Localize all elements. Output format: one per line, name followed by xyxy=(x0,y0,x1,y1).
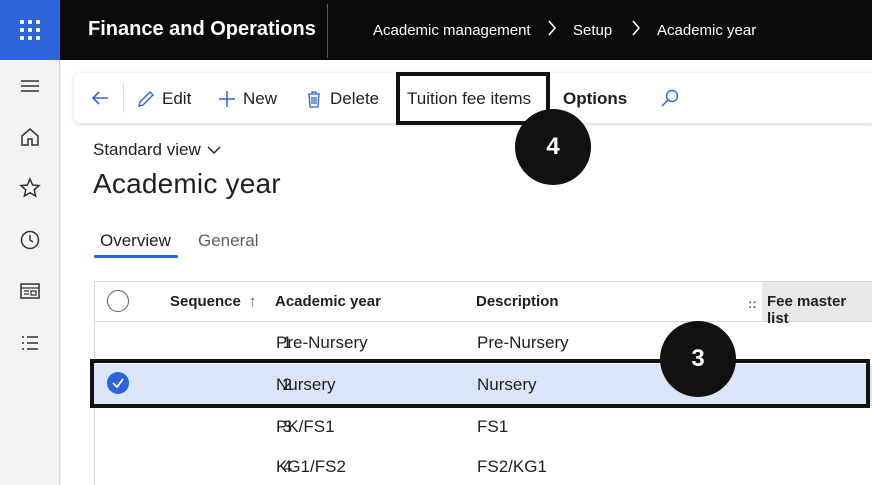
page-title: Academic year xyxy=(93,168,281,199)
clock-icon[interactable] xyxy=(18,228,42,252)
column-resize-grip-icon[interactable]: :: xyxy=(748,296,757,311)
chevron-right-icon xyxy=(548,20,557,36)
left-nav xyxy=(0,60,60,485)
cell-description: FS2/KG1 xyxy=(477,457,547,476)
app-launcher-button[interactable] xyxy=(0,0,60,60)
app-title[interactable]: Finance and Operations xyxy=(88,18,316,41)
waffle-icon xyxy=(20,20,40,40)
options-button[interactable]: Options xyxy=(563,87,627,111)
search-icon[interactable] xyxy=(660,88,680,108)
highlight-box-selected-row xyxy=(90,359,870,408)
plus-icon xyxy=(219,91,235,107)
column-header-sequence-label: Sequence xyxy=(170,293,241,310)
workspace-icon[interactable] xyxy=(18,279,42,303)
new-label: New xyxy=(243,89,278,108)
options-label: Options xyxy=(563,89,628,108)
edit-label: Edit xyxy=(162,89,192,108)
select-all-checkbox[interactable] xyxy=(107,290,129,312)
action-pane-divider xyxy=(123,83,124,113)
column-header-sequence[interactable]: Sequence ↑ xyxy=(170,293,257,310)
cell-description: Pre-Nursery xyxy=(477,333,569,352)
table-row[interactable]: 3 PK/FS1 FS1 xyxy=(94,406,872,448)
tab-overview[interactable]: Overview xyxy=(100,231,171,251)
list-icon[interactable] xyxy=(18,331,42,355)
home-icon[interactable] xyxy=(18,125,42,149)
cell-academic-year[interactable]: PK/FS1 xyxy=(276,417,335,437)
cell-description: FS1 xyxy=(477,417,509,436)
delete-button[interactable]: Delete xyxy=(304,87,379,111)
cell-academic-year[interactable]: KG1/FS2 xyxy=(276,457,346,477)
top-bar: Finance and Operations Academic manageme… xyxy=(0,0,872,60)
step-badge-4: 4 xyxy=(515,109,591,185)
back-arrow-icon[interactable] xyxy=(88,86,112,110)
breadcrumb-setup[interactable]: Setup xyxy=(573,22,612,39)
view-selector-label: Standard view xyxy=(93,140,201,159)
table-row[interactable]: 1 Pre-Nursery Pre-Nursery xyxy=(94,322,872,364)
chevron-right-icon xyxy=(632,20,641,36)
column-header-description[interactable]: Description xyxy=(476,293,559,310)
menu-icon[interactable] xyxy=(18,74,42,98)
trash-icon xyxy=(308,91,320,108)
tab-active-indicator xyxy=(94,255,178,258)
column-header-academic-year[interactable]: Academic year xyxy=(275,293,381,310)
table-row[interactable]: 4 KG1/FS2 FS2/KG1 xyxy=(94,446,872,485)
cell-academic-year[interactable]: Pre-Nursery xyxy=(276,333,368,353)
star-icon[interactable] xyxy=(18,176,42,200)
breadcrumb-academic-management[interactable]: Academic management xyxy=(373,22,531,39)
highlight-box-tuition-fee-items xyxy=(396,72,550,125)
breadcrumb-academic-year[interactable]: Academic year xyxy=(657,22,756,39)
tab-general[interactable]: General xyxy=(198,231,258,251)
pencil-icon xyxy=(138,91,154,107)
chevron-down-icon xyxy=(207,146,221,154)
new-button[interactable]: New xyxy=(217,87,277,111)
sort-ascending-icon: ↑ xyxy=(249,293,257,310)
delete-label: Delete xyxy=(330,89,380,108)
step-badge-3: 3 xyxy=(660,321,736,397)
edit-button[interactable]: Edit xyxy=(136,87,191,111)
view-selector[interactable]: Standard view xyxy=(93,140,221,160)
topbar-divider xyxy=(327,4,328,58)
